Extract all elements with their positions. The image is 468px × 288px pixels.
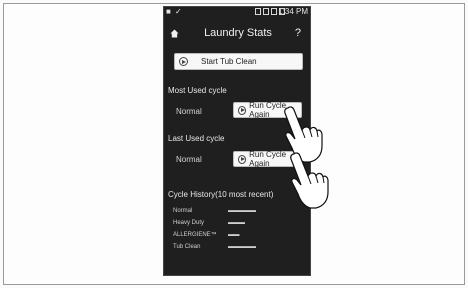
wifi-icon — [263, 8, 269, 15]
start-tub-clean-label: Start Tub Clean — [201, 57, 257, 66]
play-icon — [179, 57, 188, 66]
history-count: ▬▬ — [228, 232, 240, 238]
history-cycle-name: ALLERGIENE™ — [173, 232, 217, 238]
pointing-hand-icon — [290, 152, 329, 209]
most-used-cycle-label: Most Used cycle — [168, 86, 227, 95]
home-icon[interactable] — [170, 29, 179, 38]
signal-icon — [271, 8, 277, 15]
most-used-cycle-name: Normal — [176, 107, 202, 116]
app-header: Laundry Stats ? — [163, 24, 311, 44]
history-cycle-name: Normal — [173, 208, 193, 214]
status-bar: ■ ✓ 1:34 PM — [163, 6, 311, 18]
page-title: Laundry Stats — [204, 27, 272, 39]
history-count: ▬▬▬▬▬ — [228, 208, 256, 214]
status-clock: 1:34 PM — [278, 7, 308, 16]
help-icon[interactable]: ? — [295, 27, 301, 39]
play-icon — [238, 105, 247, 115]
play-icon — [238, 154, 247, 164]
last-used-cycle-name: Normal — [176, 155, 202, 164]
history-cycle-name: Heavy Duty — [173, 220, 205, 226]
start-tub-clean-button[interactable]: Start Tub Clean — [174, 53, 303, 70]
sim-icon — [255, 8, 261, 15]
cycle-history-label: Cycle History(10 most recent) — [168, 190, 274, 199]
history-cycle-name: Tub Clean — [173, 244, 201, 250]
history-count: ▬▬▬ — [228, 220, 245, 226]
status-notification-icons: ■ ✓ — [166, 7, 183, 16]
history-count: ▬▬▬▬▬ — [228, 244, 256, 250]
last-used-cycle-label: Last Used cycle — [168, 134, 225, 143]
